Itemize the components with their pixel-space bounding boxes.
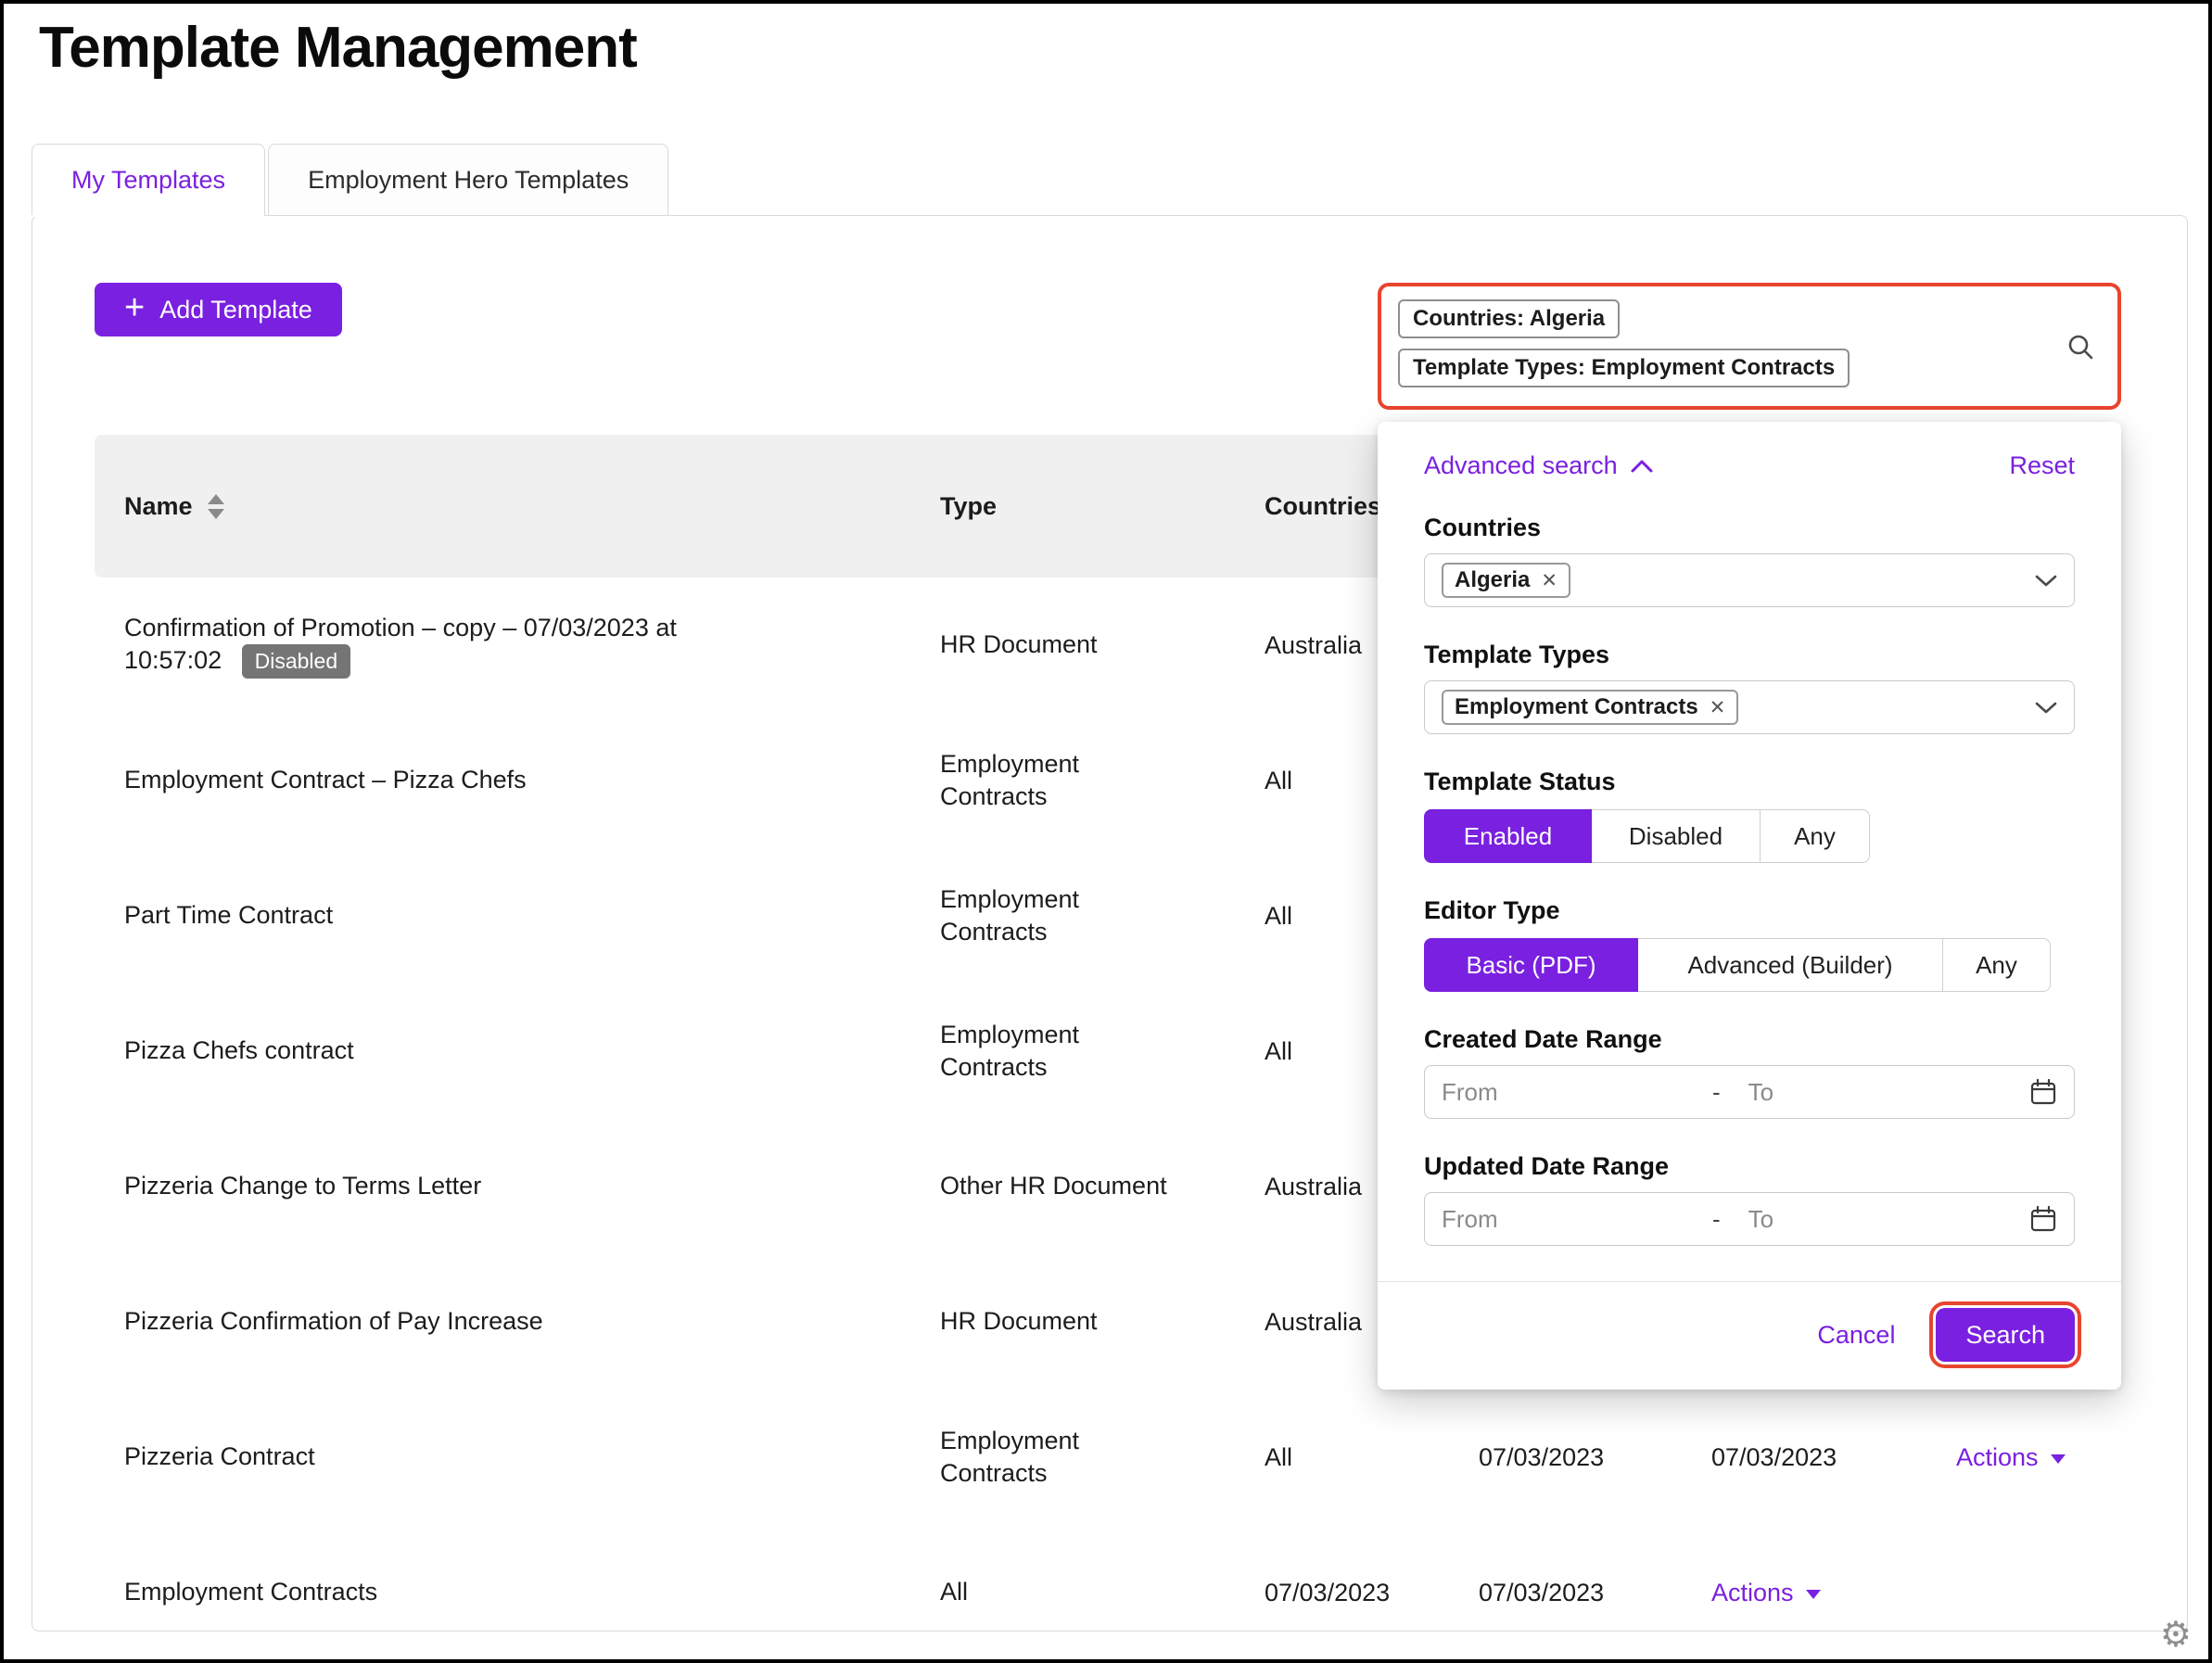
editor-type-segment: Basic (PDF) Advanced (Builder) Any — [1424, 938, 2075, 992]
template-status-label: Template Status — [1424, 768, 2075, 796]
templates-panel: + Add Template Countries: Algeria Templa… — [32, 215, 2188, 1631]
updated-date-range-label: Updated Date Range — [1424, 1152, 2075, 1181]
search-icon[interactable] — [2066, 332, 2095, 362]
chevron-down-icon[interactable] — [2035, 574, 2057, 588]
header-name-label: Name — [124, 492, 193, 521]
sort-desc-icon — [208, 509, 224, 519]
template-name: Employment Contracts — [124, 1576, 940, 1608]
template-type: HR Document — [940, 1305, 1265, 1338]
template-name: Confirmation of Promotion – copy – 07/03… — [124, 612, 940, 679]
tab-label: Employment Hero Templates — [308, 166, 629, 195]
countries-label: Countries — [1424, 514, 2075, 542]
range-separator: - — [1712, 1205, 1721, 1234]
template-created-date: 07/03/2023 — [1479, 1443, 1711, 1472]
from-placeholder: From — [1442, 1078, 1712, 1107]
template-status-segment: Enabled Disabled Any — [1424, 809, 2075, 863]
advanced-search-label: Advanced search — [1424, 451, 1618, 480]
add-template-label: Add Template — [159, 296, 312, 324]
actions-label: Actions — [1711, 1579, 1794, 1607]
template-type: Employment Contracts — [940, 1019, 1265, 1084]
tag-label: Employment Contracts — [1455, 694, 1698, 720]
template-types-label: Template Types — [1424, 641, 2075, 669]
add-template-button[interactable]: + Add Template — [95, 283, 342, 336]
template-name-text: Confirmation of Promotion – copy – 07/03… — [124, 614, 677, 674]
actions-cell: Actions — [1711, 1579, 1956, 1607]
advanced-search-header: Advanced search Reset — [1424, 451, 2075, 480]
created-date-range-label: Created Date Range — [1424, 1025, 2075, 1054]
page-title: Template Management — [39, 15, 637, 81]
divider — [1378, 1281, 2121, 1282]
sort-asc-icon — [208, 494, 224, 504]
status-any-button[interactable]: Any — [1760, 809, 1870, 863]
tab-my-templates[interactable]: My Templates — [32, 144, 265, 215]
actions-menu-button[interactable]: Actions — [1956, 1443, 2066, 1472]
table-header-type: Type — [940, 492, 1265, 521]
calendar-icon[interactable] — [2029, 1205, 2057, 1233]
tab-bar: My Templates Employment Hero Templates — [32, 144, 668, 215]
search-filter-box[interactable]: Countries: Algeria Template Types: Emplo… — [1378, 283, 2121, 410]
template-type: Other HR Document — [940, 1170, 1265, 1202]
template-type: HR Document — [940, 628, 1265, 661]
chevron-up-icon — [1631, 459, 1653, 473]
template-name: Pizzeria Change to Terms Letter — [124, 1170, 940, 1202]
from-placeholder: From — [1442, 1205, 1712, 1234]
calendar-icon[interactable] — [2029, 1078, 2057, 1106]
template-type: Employment Contracts — [940, 748, 1265, 813]
editor-type-label: Editor Type — [1424, 896, 2075, 925]
template-name: Part Time Contract — [124, 899, 940, 932]
template-name: Employment Contract – Pizza Chefs — [124, 764, 940, 796]
template-updated-date: 07/03/2023 — [1479, 1579, 1711, 1607]
template-created-date: 07/03/2023 — [1265, 1579, 1479, 1607]
clear-tag-icon[interactable]: ✕ — [1710, 698, 1726, 717]
reset-link[interactable]: Reset — [2009, 451, 2075, 480]
sort-icon[interactable] — [208, 494, 224, 519]
countries-selected-tag: Algeria ✕ — [1442, 563, 1570, 598]
created-date-range-input[interactable]: From - To — [1424, 1065, 2075, 1119]
template-updated-date: 07/03/2023 — [1711, 1443, 1956, 1472]
plus-icon: + — [124, 290, 145, 325]
template-types-select[interactable]: Employment Contracts ✕ — [1424, 680, 2075, 734]
template-management-page: Template Management My Templates Employm… — [0, 0, 2212, 1663]
status-badge: Disabled — [242, 644, 351, 679]
chevron-down-icon[interactable] — [2035, 701, 2057, 715]
template-type: All — [940, 1576, 1265, 1608]
advanced-search-panel: Advanced search Reset Countries Algeria … — [1378, 422, 2121, 1390]
advanced-search-toggle[interactable]: Advanced search — [1424, 451, 1653, 480]
search-button[interactable]: Search — [1936, 1308, 2075, 1362]
actions-menu-button[interactable]: Actions — [1711, 1579, 1821, 1607]
table-header-name[interactable]: Name — [124, 492, 940, 521]
table-row: Employment Contracts All 07/03/2023 07/0… — [95, 1525, 2121, 1660]
template-types-selected-tag: Employment Contracts ✕ — [1442, 690, 1738, 725]
template-name: Pizzeria Confirmation of Pay Increase — [124, 1305, 940, 1338]
filter-chip-countries: Countries: Algeria — [1398, 299, 1620, 338]
status-enabled-button[interactable]: Enabled — [1424, 809, 1592, 863]
actions-label: Actions — [1956, 1443, 2039, 1472]
range-separator: - — [1712, 1078, 1721, 1107]
editor-basic-pdf-button[interactable]: Basic (PDF) — [1424, 938, 1638, 992]
cancel-link[interactable]: Cancel — [1817, 1321, 1895, 1350]
status-disabled-button[interactable]: Disabled — [1591, 809, 1761, 863]
template-countries: All — [1265, 1443, 1479, 1472]
filter-chip-template-types: Template Types: Employment Contracts — [1398, 349, 1850, 387]
template-name: Pizza Chefs contract — [124, 1035, 940, 1067]
table-row: Pizzeria Contract Employment Contracts A… — [95, 1390, 2121, 1525]
clear-tag-icon[interactable]: ✕ — [1541, 571, 1557, 590]
chevron-down-icon — [2051, 1454, 2066, 1464]
to-placeholder: To — [1748, 1205, 2029, 1234]
to-placeholder: To — [1748, 1078, 2029, 1107]
chevron-down-icon — [1806, 1590, 1821, 1599]
template-type: Employment Contracts — [940, 883, 1265, 948]
countries-select[interactable]: Algeria ✕ — [1424, 553, 2075, 607]
template-type: Employment Contracts — [940, 1425, 1265, 1490]
editor-any-button[interactable]: Any — [1942, 938, 2051, 992]
tag-label: Algeria — [1455, 567, 1530, 593]
editor-advanced-builder-button[interactable]: Advanced (Builder) — [1637, 938, 1943, 992]
updated-date-range-input[interactable]: From - To — [1424, 1192, 2075, 1246]
advanced-search-footer: Cancel Search — [1424, 1308, 2075, 1362]
gear-icon[interactable]: ⚙ — [2160, 1614, 2192, 1656]
template-name: Pizzeria Contract — [124, 1441, 940, 1473]
tab-employment-hero-templates[interactable]: Employment Hero Templates — [268, 144, 668, 215]
actions-cell: Actions — [1956, 1443, 2121, 1472]
tab-label: My Templates — [71, 166, 225, 195]
